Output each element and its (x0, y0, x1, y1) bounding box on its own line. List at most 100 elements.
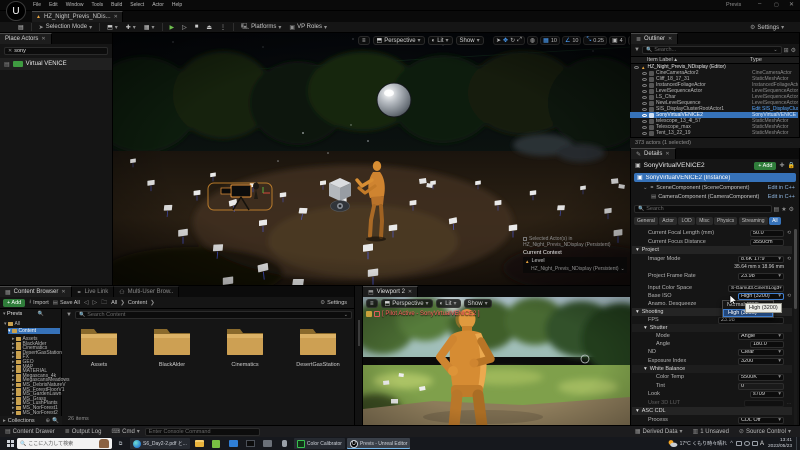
column-item-label[interactable]: Item Label ▴ (634, 57, 750, 63)
filter-funnel-icon[interactable]: ▼ (66, 312, 72, 318)
shutter-mode-dropdown[interactable]: Angle▾ (738, 333, 784, 340)
settings-dropdown[interactable]: ⚙ Settings▾ (746, 22, 788, 33)
color-calibrator-window-button[interactable]: Color Calibrator (294, 438, 345, 449)
weather-widget[interactable]: 17°C くもり時々晴れ (667, 439, 728, 448)
scale-tool-icon[interactable]: ⤢ (517, 37, 522, 44)
lock-icon[interactable]: 🔒 (788, 162, 795, 169)
tint-field[interactable]: 0 (738, 383, 784, 390)
outliner-search-input[interactable] (654, 47, 771, 53)
source-control-button[interactable]: ⊘Source Control▾ (734, 426, 796, 438)
tab-close-icon[interactable]: ✕ (41, 36, 45, 42)
search-icon[interactable]: 🔍 (52, 418, 59, 424)
camera-speed-value[interactable]: 4 (620, 38, 623, 44)
create-actor-dropdown[interactable]: ⬒▾ (103, 22, 122, 33)
save-preset-icon[interactable]: ▤ (774, 206, 780, 213)
lit-dropdown[interactable]: ◐ Lit▾ (428, 36, 453, 45)
frame-skip-button[interactable]: ▷ (178, 22, 191, 33)
visibility-eye-icon[interactable] (642, 108, 647, 111)
section-project[interactable]: ▾Project (632, 246, 792, 254)
reset-icon[interactable]: ⟲ (786, 256, 792, 262)
add-asset-button[interactable]: + Add (3, 299, 25, 307)
folder-desertgasstation-icon[interactable] (298, 326, 338, 358)
grid-snap-icon[interactable]: ▦ (543, 37, 549, 44)
save-icon[interactable]: ▤ (14, 22, 28, 33)
outliner-row[interactable]: Tent_13_22_19StaticMeshActor (630, 130, 798, 136)
select-tool-icon[interactable]: ➤ (496, 37, 501, 44)
color-temp-dropdown[interactable]: 5500K▾ (738, 374, 784, 381)
filter-streaming[interactable]: Streaming (739, 217, 768, 225)
taskbar-clock[interactable]: 13:41 2023/05/23 (766, 438, 794, 449)
visibility-eye-icon[interactable] (642, 96, 647, 99)
content-drawer-button[interactable]: ▤Content Drawer (0, 426, 60, 438)
tab-close-icon[interactable]: ✕ (61, 289, 65, 295)
rotate-tool-icon[interactable]: ↻ (510, 37, 515, 44)
filter-physics[interactable]: Physics (714, 217, 737, 225)
show-dropdown[interactable]: Show▾ (456, 36, 484, 45)
reset-icon[interactable]: ⟲ (786, 230, 792, 236)
app-button-green[interactable] (208, 437, 225, 450)
details-tab[interactable]: ✎ Details✕ (631, 148, 676, 159)
device-button[interactable] (276, 437, 293, 450)
task-view-button[interactable]: ⧉ (112, 437, 129, 450)
tab-close-icon[interactable]: ✕ (114, 14, 118, 20)
exposure-index-dropdown[interactable]: 3200▾ (738, 358, 784, 365)
visibility-eye-icon[interactable] (642, 84, 647, 87)
visibility-eye-icon[interactable] (642, 102, 647, 105)
look-dropdown[interactable]: s709▾ (750, 391, 784, 398)
browse-lut-button[interactable]: … (786, 400, 792, 406)
visibility-eye-icon[interactable] (642, 72, 647, 75)
edit-in-cpp-link[interactable]: Edit in C++ (768, 185, 795, 191)
start-button[interactable] (0, 437, 17, 450)
rotation-snap-value[interactable]: 10 (572, 38, 578, 44)
rotation-snap-icon[interactable]: ∠ (565, 37, 570, 44)
save-all-button[interactable]: ▤Save All (53, 300, 80, 306)
ime-indicator[interactable]: A (760, 441, 764, 447)
section-asc-cdl[interactable]: ▾ASC CDL (632, 407, 792, 415)
breadcrumb-content[interactable]: Content (128, 300, 147, 306)
folder-cinematics-icon[interactable] (225, 326, 265, 358)
context-level-dropdown[interactable]: HZ_Night_Previs_NDisplay (Persistent)⌄ (523, 265, 627, 273)
breadcrumb-all[interactable]: All (111, 300, 117, 306)
cb-favorites-header[interactable]: ▾Previs🔍 (3, 311, 44, 317)
play-options-icon[interactable]: ⋮ (216, 22, 230, 33)
details-scrollbar[interactable] (794, 229, 797, 425)
path-tree-icon[interactable]: 🗀 (101, 298, 107, 308)
filter-actor[interactable]: Actor (659, 217, 677, 225)
outliner-settings-icon[interactable]: ⚙ (791, 47, 796, 54)
nd-dropdown[interactable]: Clear▾ (738, 349, 784, 356)
shutter-angle-field[interactable]: 180.0 (750, 341, 784, 348)
visibility-eye-icon[interactable] (642, 126, 647, 129)
tab-close-icon[interactable]: ✕ (665, 151, 669, 157)
edge-pdf-window-button[interactable]: S6_Day2-2.pdf と... (130, 438, 190, 449)
menu-actor[interactable]: Actor (149, 2, 167, 8)
viewport-options-icon[interactable]: ≡ (366, 299, 378, 308)
component-row[interactable]: ⌄⚭ SceneComponent (SceneComponent) Edit … (631, 183, 799, 192)
menu-file[interactable]: File (30, 2, 44, 8)
new-folder-icon[interactable]: ⊞ (784, 47, 789, 54)
content-browser-tab[interactable]: ▦ Content Browser✕ (0, 286, 72, 297)
details-search[interactable]: 🔍 (634, 205, 772, 213)
world-space-icon[interactable]: ◍ (530, 37, 535, 44)
tray-expand-icon[interactable]: ^ (730, 441, 733, 447)
component-instance-row[interactable]: ▣ SonyVirtualVENICE2 (Instance) (634, 173, 796, 182)
visibility-eye-icon[interactable] (642, 132, 647, 135)
cb-search[interactable]: 🔍 ⌄ (75, 311, 352, 319)
tray-sound-icon[interactable] (744, 441, 750, 446)
level-tab[interactable]: ▲ HZ_Night_Previs_NDis... ✕ (32, 11, 123, 22)
reset-icon[interactable]: ⟲ (786, 293, 792, 299)
folder-label[interactable]: Cinematics (210, 362, 280, 368)
cinematics-dropdown[interactable]: ▦▾ (140, 22, 159, 33)
place-actors-search[interactable]: ✕ (4, 47, 108, 55)
search-icon[interactable]: 🔍 (38, 311, 44, 317)
taskbar-search-box[interactable]: 🔍 ここに入力して検索 (17, 438, 112, 449)
minimize-button[interactable]: – (758, 1, 761, 7)
outliner-search[interactable]: 🔍 ⌄ (642, 46, 782, 54)
imager-mode-dropdown[interactable]: 8.6K 17:9▾ (738, 256, 784, 263)
forward-icon[interactable]: ▷ (92, 299, 97, 306)
menu-edit[interactable]: Edit (46, 2, 61, 8)
context-level-row[interactable]: ▲ Level (523, 257, 627, 265)
cmd-dropdown[interactable]: ⌨Cmd▾ (106, 426, 144, 438)
focal-length-field[interactable]: 50.0 (750, 230, 784, 237)
filter-general[interactable]: General (634, 217, 658, 225)
show-dropdown[interactable]: Show▾ (464, 299, 492, 308)
